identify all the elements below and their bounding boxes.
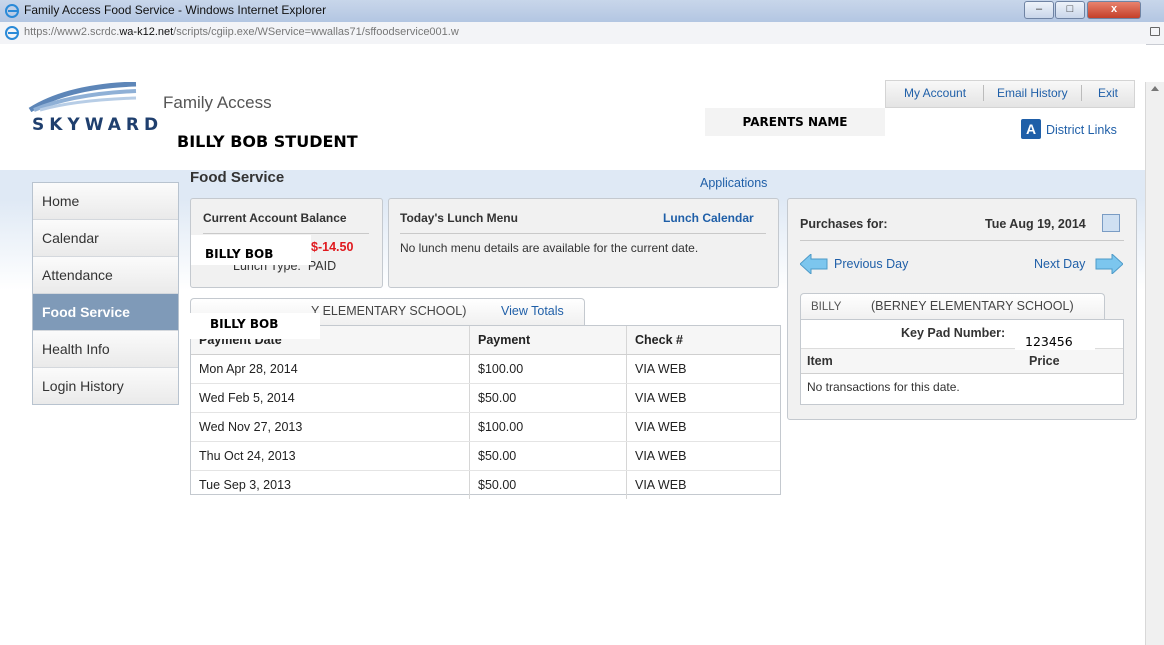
table-row: Tue Sep 3, 2013 $50.00 VIA WEB xyxy=(191,470,780,499)
page-scrollbar[interactable] xyxy=(1145,82,1164,645)
calendar-icon[interactable] xyxy=(1102,214,1120,232)
payment-date-cell: Thu Oct 24, 2013 xyxy=(191,441,470,471)
sidebar-item-login-history[interactable]: Login History xyxy=(33,368,178,404)
sidebar-item-health-info[interactable]: Health Info xyxy=(33,331,178,368)
check-cell: VIA WEB xyxy=(626,441,780,471)
district-links-link[interactable]: District Links xyxy=(1046,123,1117,137)
payment-date-cell: Tue Sep 3, 2013 xyxy=(191,470,470,499)
purchases-table: Key Pad Number: Item Price No transactio… xyxy=(800,319,1124,405)
payment-date-cell: Wed Nov 27, 2013 xyxy=(191,412,470,442)
payments-table-container: Payment Date Payment Check # Mon Apr 28,… xyxy=(190,325,781,499)
lunch-menu-heading: Today's Lunch Menu xyxy=(400,211,518,225)
payment-amount-cell: $50.00 xyxy=(469,441,627,471)
previous-day-arrow-icon[interactable] xyxy=(800,254,828,274)
balance-heading: Current Account Balance xyxy=(203,211,347,225)
email-history-link[interactable]: Email History xyxy=(997,86,1068,100)
table-row: Mon Apr 28, 2014 $100.00 VIA WEB xyxy=(191,354,780,384)
sidebar-nav: Home Calendar Attendance Food Service He… xyxy=(32,182,179,405)
ie-icon xyxy=(5,4,19,18)
check-cell: VIA WEB xyxy=(626,383,780,413)
previous-day-link[interactable]: Previous Day xyxy=(834,257,908,271)
payment-date-cell: Wed Feb 5, 2014 xyxy=(191,383,470,413)
view-totals-link[interactable]: View Totals xyxy=(501,304,564,318)
district-icon: A xyxy=(1021,119,1041,139)
window-titlebar: Family Access Food Service - Windows Int… xyxy=(0,0,1164,23)
maximize-button[interactable]: □ xyxy=(1055,1,1085,19)
sidebar-item-calendar[interactable]: Calendar xyxy=(33,220,178,257)
student-name: BILLY BOB STUDENT xyxy=(167,124,405,160)
col-item[interactable]: Item xyxy=(807,354,833,368)
close-button[interactable]: x xyxy=(1087,1,1141,19)
sidebar-item-food-service[interactable]: Food Service xyxy=(33,294,178,331)
no-transactions-message: No transactions for this date. xyxy=(807,380,960,394)
lunch-menu-message: No lunch menu details are available for … xyxy=(400,241,699,255)
purchases-tab-school: (BERNEY ELEMENTARY SCHOOL) xyxy=(871,299,1074,313)
col-price[interactable]: Price xyxy=(1029,354,1060,368)
purchase-date: Tue Aug 19, 2014 xyxy=(985,217,1086,231)
purchases-panel: Purchases for: Tue Aug 19, 2014 Previous… xyxy=(787,198,1137,420)
window-title: Family Access Food Service - Windows Int… xyxy=(24,3,327,17)
page-title: Food Service xyxy=(190,169,285,186)
check-cell: VIA WEB xyxy=(626,354,780,384)
page-header: SKYWARD Family Access BILLY BOB STUDENT … xyxy=(0,44,1146,174)
next-day-arrow-icon[interactable] xyxy=(1095,254,1123,274)
page-icon xyxy=(5,26,19,40)
lunch-calendar-link[interactable]: Lunch Calendar xyxy=(663,211,754,225)
skyward-swoosh-icon xyxy=(28,82,137,112)
payment-date-cell: Mon Apr 28, 2014 xyxy=(191,354,470,384)
url-text: https://www2.scrdc.wa-k12.net/scripts/cg… xyxy=(24,26,459,38)
check-cell: VIA WEB xyxy=(626,412,780,442)
keypad-value: 123456 xyxy=(1015,328,1095,350)
balance-amount: $-14.50 xyxy=(311,240,354,254)
table-row: Wed Feb 5, 2014 $50.00 VIA WEB xyxy=(191,383,780,413)
my-account-link[interactable]: My Account xyxy=(904,86,966,100)
balance-panel: Current Account Balance Lunch Type: PAID… xyxy=(190,198,383,288)
exit-link[interactable]: Exit xyxy=(1098,86,1118,100)
applications-link[interactable]: Applications xyxy=(700,176,767,190)
next-day-link[interactable]: Next Day xyxy=(1034,257,1085,271)
parent-name: PARENTS NAME xyxy=(705,108,885,136)
payments-tab-student: BILLY BOB xyxy=(190,313,320,339)
payment-amount-cell: $100.00 xyxy=(469,354,627,384)
balance-student: BILLY BOB xyxy=(191,235,311,265)
scroll-up-icon[interactable] xyxy=(1151,86,1159,91)
payment-amount-cell: $50.00 xyxy=(469,470,627,499)
sidebar-item-attendance[interactable]: Attendance xyxy=(33,257,178,294)
table-row: Thu Oct 24, 2013 $50.00 VIA WEB xyxy=(191,441,780,471)
purchases-header-row: Item Price xyxy=(801,348,1123,374)
app-name: Family Access xyxy=(163,93,272,112)
minimize-button[interactable]: – xyxy=(1024,1,1054,19)
payment-amount-cell: $50.00 xyxy=(469,383,627,413)
check-cell: VIA WEB xyxy=(635,478,687,492)
purchases-tab[interactable]: BILLY (BERNEY ELEMENTARY SCHOOL) xyxy=(800,293,1105,320)
purchases-label: Purchases for: xyxy=(800,217,888,231)
lunch-menu-panel: Today's Lunch Menu Lunch Calendar No lun… xyxy=(388,198,779,288)
payment-amount-cell: $100.00 xyxy=(469,412,627,442)
keypad-label: Key Pad Number: xyxy=(901,326,1006,340)
skyward-logo: SKYWARD xyxy=(32,115,164,135)
col-check[interactable]: Check # xyxy=(626,326,780,355)
lock-icon xyxy=(1150,27,1160,36)
table-row: Wed Nov 27, 2013 $100.00 VIA WEB xyxy=(191,412,780,442)
account-links: My Account Email History Exit xyxy=(885,80,1135,108)
purchases-tab-student: BILLY xyxy=(811,301,842,313)
payments-tab-school: Y ELEMENTARY SCHOOL) xyxy=(311,304,467,318)
payments-table: Payment Date Payment Check # Mon Apr 28,… xyxy=(191,326,780,499)
col-payment[interactable]: Payment xyxy=(469,326,627,355)
sidebar-item-home[interactable]: Home xyxy=(33,183,178,220)
address-bar[interactable]: https://www2.scrdc.wa-k12.net/scripts/cg… xyxy=(0,22,1164,45)
